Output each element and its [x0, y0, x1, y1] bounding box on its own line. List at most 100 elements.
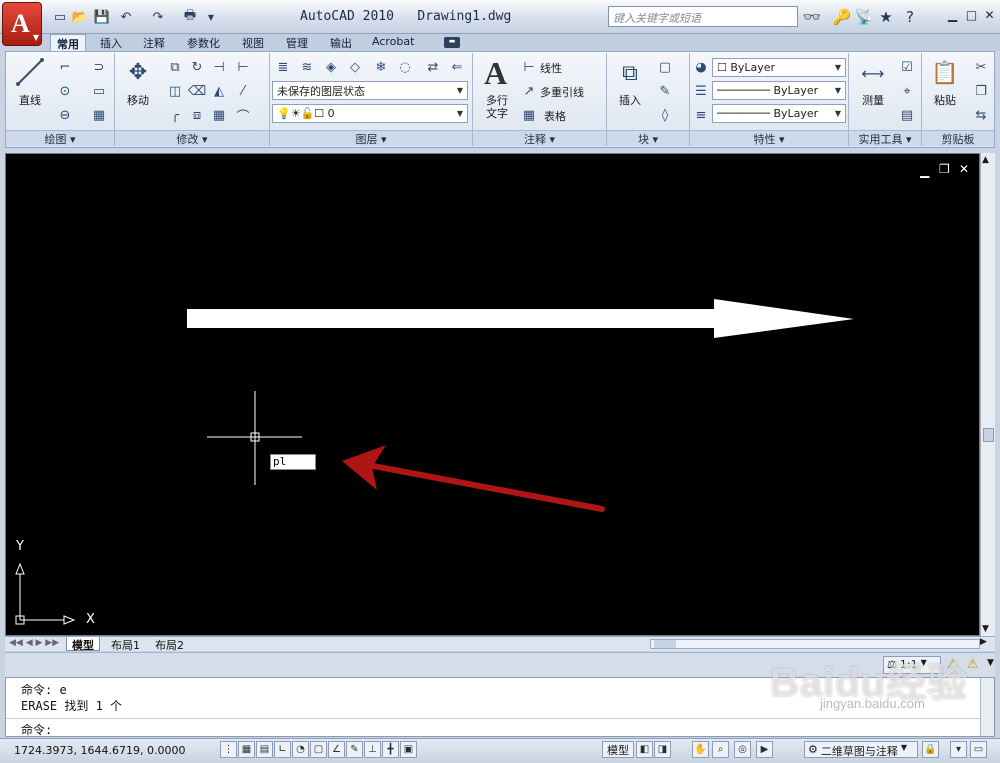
- layer-match-icon[interactable]: ⇄: [424, 58, 442, 76]
- layer-unisolate-icon[interactable]: ◇: [346, 58, 364, 76]
- erase-icon[interactable]: ⌫: [188, 82, 206, 100]
- status-menu-icon[interactable]: ▾: [950, 741, 967, 758]
- tab-manage[interactable]: 管理: [280, 34, 314, 51]
- print-icon[interactable]: 🖶: [182, 8, 198, 25]
- layer-freeze-icon[interactable]: ❄: [372, 58, 390, 76]
- multiline-text-icon[interactable]: A: [484, 55, 507, 92]
- layer-state-icon[interactable]: ≋: [298, 58, 316, 76]
- open-file-icon[interactable]: 📂: [72, 9, 88, 25]
- multileader-icon[interactable]: ↗: [520, 82, 538, 100]
- arc-icon[interactable]: ⊃: [90, 58, 108, 76]
- properties-panel-title[interactable]: 特性 ▾: [690, 130, 848, 146]
- tab-layout1[interactable]: 布局1: [106, 637, 145, 652]
- grid-display-icon[interactable]: ▤: [256, 741, 273, 758]
- object-snap-icon[interactable]: ▢: [310, 741, 327, 758]
- id-point-icon[interactable]: ⌖: [898, 82, 916, 100]
- layer-previous-icon[interactable]: ⇐: [448, 58, 466, 76]
- layer-off-icon[interactable]: ◌: [396, 58, 414, 76]
- scale-icon[interactable]: ⧈: [188, 106, 206, 124]
- layer-properties-icon[interactable]: ≣: [274, 58, 292, 76]
- viewport-restore-icon[interactable]: ❐: [939, 162, 950, 176]
- scroll-down-icon[interactable]: ▼: [982, 624, 989, 634]
- offset-icon[interactable]: ⌒: [234, 106, 252, 125]
- cut-icon[interactable]: ✂: [972, 58, 990, 76]
- tab-parametric[interactable]: 参数化: [181, 34, 226, 51]
- scroll-up-icon[interactable]: ▲: [982, 155, 989, 165]
- command-prompt[interactable]: 命令:: [21, 721, 52, 738]
- infer-constraints-icon[interactable]: ⋮: [220, 741, 237, 758]
- stretch-icon[interactable]: ◫: [166, 82, 184, 100]
- layout-nav-arrows-icon[interactable]: ◀◀ ◀ ▶ ▶▶: [9, 638, 59, 648]
- linear-dimension-icon[interactable]: ⊢: [520, 58, 538, 76]
- match-properties-icon[interactable]: ⇆: [972, 106, 990, 124]
- help-icon[interactable]: ?: [900, 7, 920, 27]
- vertical-scrollbar[interactable]: ▲ ▼: [980, 153, 995, 636]
- clean-screen-icon[interactable]: ▭: [970, 741, 987, 758]
- fillet-icon[interactable]: ╭: [166, 106, 184, 124]
- circle-icon[interactable]: ⊙: [56, 82, 74, 100]
- table-label[interactable]: 表格: [544, 108, 566, 124]
- quick-view-layouts-icon[interactable]: ◧: [636, 741, 653, 758]
- table-icon[interactable]: ▦: [520, 106, 538, 124]
- auto-scale-icon[interactable]: ⚠: [967, 657, 979, 672]
- block-panel-title[interactable]: 块 ▾: [607, 130, 689, 146]
- create-block-icon[interactable]: ▢: [656, 58, 674, 76]
- new-file-icon[interactable]: ▭: [52, 9, 68, 25]
- polar-tracking-icon[interactable]: ◔: [292, 741, 309, 758]
- copy-icon[interactable]: ⧉: [166, 58, 184, 76]
- dynamic-input-box[interactable]: pl: [270, 454, 316, 470]
- qat-dropdown-icon[interactable]: ▼: [203, 9, 219, 25]
- status-dropdown-icon[interactable]: ▼: [987, 658, 994, 668]
- quick-select-icon[interactable]: ☑: [898, 58, 916, 76]
- explode-icon[interactable]: ⁄: [234, 82, 252, 100]
- horizontal-scrollbar[interactable]: [650, 639, 980, 649]
- tab-layout2[interactable]: 布局2: [150, 637, 189, 652]
- drawing-canvas[interactable]: pl Y X ▁ ❐ ✕: [5, 153, 980, 636]
- mirror-icon[interactable]: ◭: [210, 82, 228, 100]
- horizontal-scroll-thumb[interactable]: [654, 640, 676, 648]
- communication-center-icon[interactable]: 📡: [854, 7, 874, 27]
- layer-combo[interactable]: 💡☀🔓☐ 0 ▼: [272, 104, 468, 123]
- layer-state-combo[interactable]: 未保存的图层状态 ▼: [272, 81, 468, 100]
- dynamic-input-icon[interactable]: ⊥: [364, 741, 381, 758]
- lineweight-toggle-icon[interactable]: ╋: [382, 741, 399, 758]
- viewport-minimize-icon[interactable]: ▁: [920, 164, 929, 178]
- toolbar-lock-icon[interactable]: 🔒: [922, 741, 939, 758]
- showmotion-icon[interactable]: ▶: [756, 741, 773, 758]
- subscription-key-icon[interactable]: 🔑: [832, 7, 852, 27]
- ortho-mode-icon[interactable]: ∟: [274, 741, 291, 758]
- scroll-thumb[interactable]: [983, 428, 994, 442]
- paste-icon[interactable]: 📋: [931, 58, 958, 88]
- calculator-icon[interactable]: ▤: [898, 106, 916, 124]
- multileader-label[interactable]: 多重引线: [540, 84, 584, 100]
- linetype-combo[interactable]: ──────── ByLayer ▼: [712, 81, 846, 100]
- tab-insert[interactable]: 插入: [94, 34, 128, 51]
- line-tool-button[interactable]: [14, 56, 46, 88]
- ellipse-icon[interactable]: ⊖: [56, 106, 74, 124]
- ribbon-minimize-icon[interactable]: ▬: [444, 37, 460, 48]
- rotate-icon[interactable]: ↻: [188, 58, 206, 76]
- layers-panel-title[interactable]: 图层 ▾: [270, 130, 472, 146]
- draw-panel-title[interactable]: 绘图 ▾: [6, 130, 114, 146]
- tab-output[interactable]: 输出: [324, 34, 358, 51]
- save-icon[interactable]: 💾: [94, 9, 110, 25]
- search-input[interactable]: 键入关键字或短语: [608, 6, 798, 27]
- polyline-icon[interactable]: ⌐: [56, 58, 74, 76]
- measure-icon[interactable]: ⟷: [858, 62, 888, 84]
- application-menu-button[interactable]: A ▼: [2, 2, 42, 46]
- block-attribute-icon[interactable]: ◊: [656, 106, 674, 124]
- scroll-right-icon[interactable]: ▶: [980, 637, 987, 647]
- minimize-button[interactable]: ▁: [944, 6, 961, 23]
- zoom-icon[interactable]: ⌕: [712, 741, 729, 758]
- model-space-button[interactable]: 模型: [602, 741, 634, 758]
- hatch-icon[interactable]: ▦: [90, 106, 108, 124]
- modify-panel-title[interactable]: 修改 ▾: [115, 130, 269, 146]
- insert-block-icon[interactable]: ⧉: [614, 58, 646, 88]
- edit-block-icon[interactable]: ✎: [656, 82, 674, 100]
- clipboard-panel-title[interactable]: 剪贴板: [922, 130, 994, 146]
- quick-properties-icon[interactable]: ▣: [400, 741, 417, 758]
- linear-dimension-label[interactable]: 线性: [540, 60, 562, 76]
- copy-clip-icon[interactable]: ❐: [972, 82, 990, 100]
- utilities-panel-title[interactable]: 实用工具 ▾: [849, 130, 921, 146]
- coordinate-readout[interactable]: 1724.3973, 1644.6719, 0.0000: [14, 744, 185, 757]
